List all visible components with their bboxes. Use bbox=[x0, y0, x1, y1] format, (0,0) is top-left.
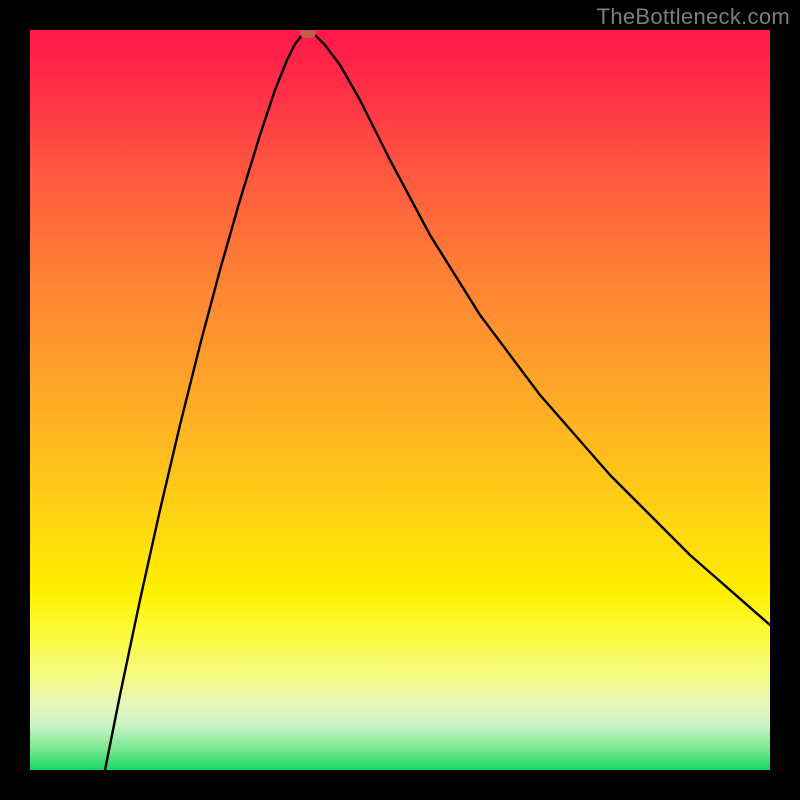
optimal-point-marker bbox=[300, 30, 316, 38]
bottleneck-curve bbox=[105, 32, 770, 770]
watermark-text: TheBottleneck.com bbox=[597, 4, 790, 30]
curve-svg bbox=[30, 30, 770, 770]
chart-frame: TheBottleneck.com bbox=[0, 0, 800, 800]
plot-area bbox=[30, 30, 770, 770]
